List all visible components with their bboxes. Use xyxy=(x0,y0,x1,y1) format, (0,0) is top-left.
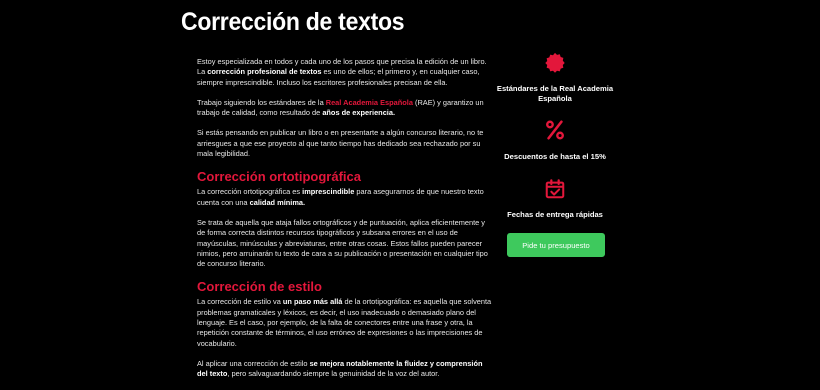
highlight-text: corrección profesional de textos xyxy=(207,67,322,77)
main-content: Estoy especializada en todos y cada uno … xyxy=(197,57,492,390)
style-paragraph-1: La corrección de estilo va un paso más a… xyxy=(197,297,492,348)
intro-paragraph-2: Trabajo siguiendo los estándares de la R… xyxy=(197,97,484,118)
feature-label: Fechas de entrega rápidas xyxy=(507,209,603,219)
feature-label: Estándares de la Real Academia Española xyxy=(496,84,614,103)
page-title: Corrección de textos xyxy=(181,8,405,36)
feature-label: Descuentos de hasta el 15% xyxy=(504,152,606,161)
ortho-paragraph-2: Se trata de aquella que ataja fallos ort… xyxy=(197,217,488,269)
feature-rae: Estándares de la Real Academia Española xyxy=(494,52,616,103)
feature-discount: Descuentos de hasta el 15% xyxy=(494,118,616,162)
style-paragraph-2: Al aplicar una corrección de estilo se m… xyxy=(197,358,483,379)
rae-link[interactable]: Real Academia Española xyxy=(326,98,413,107)
ortho-paragraph-1: La corrección ortotipográfica es impresc… xyxy=(197,187,484,207)
intro-paragraph-1: Estoy especializada en todos y cada uno … xyxy=(197,57,487,87)
intro-paragraph-3: Si estás pensando en publicar un libro o… xyxy=(197,128,484,159)
feature-delivery: Fechas de entrega rápidas xyxy=(494,177,616,220)
style-heading: Corrección de estilo xyxy=(197,279,322,295)
request-quote-button[interactable]: Pide tu presupuesto xyxy=(507,233,605,257)
features-sidebar: Estándares de la Real Academia Española … xyxy=(494,52,616,219)
percent-icon xyxy=(546,120,564,140)
badge-icon xyxy=(545,52,565,73)
ortho-heading: Corrección ortotipográfica xyxy=(197,169,361,185)
calendar-check-icon xyxy=(545,178,565,198)
